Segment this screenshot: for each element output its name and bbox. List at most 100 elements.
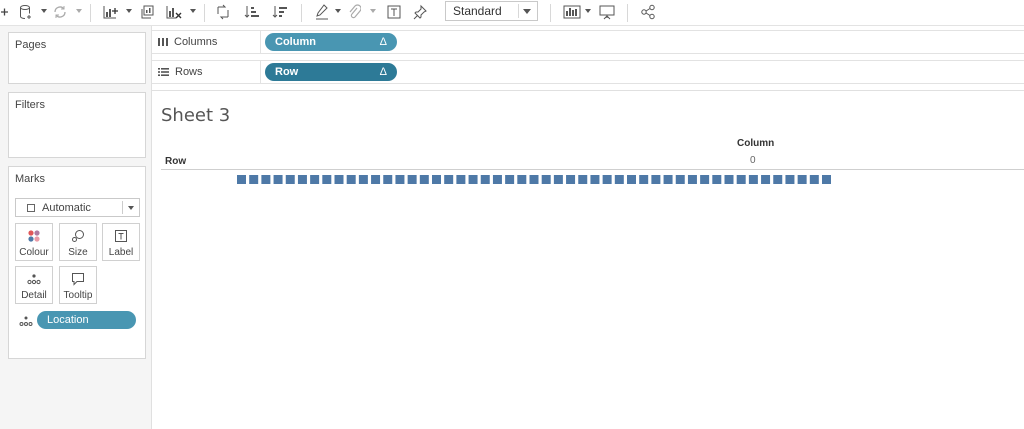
- duplicate-sheet-icon[interactable]: [138, 3, 156, 21]
- square-mark[interactable]: [297, 175, 307, 184]
- square-mark[interactable]: [700, 175, 710, 184]
- filters-shelf[interactable]: Filters: [8, 92, 146, 158]
- show-me-icon[interactable]: [562, 3, 582, 21]
- square-mark[interactable]: [822, 175, 831, 184]
- share-icon[interactable]: [639, 3, 657, 21]
- square-mark[interactable]: [456, 175, 466, 184]
- location-detail-pill[interactable]: Location: [37, 311, 136, 329]
- square-mark[interactable]: [517, 175, 527, 184]
- filters-title: Filters: [15, 99, 45, 111]
- chevron-down-icon: [128, 206, 134, 210]
- square-mark[interactable]: [541, 175, 551, 184]
- column-header[interactable]: Column: [737, 138, 774, 149]
- square-mark[interactable]: [468, 175, 478, 184]
- square-mark[interactable]: [358, 175, 368, 184]
- mark-type-dropdown[interactable]: Automatic: [15, 198, 140, 217]
- square-mark[interactable]: [419, 175, 429, 184]
- square-mark[interactable]: [492, 175, 502, 184]
- square-mark[interactable]: [566, 175, 576, 184]
- square-mark[interactable]: [724, 175, 734, 184]
- sort-descending-icon[interactable]: [271, 3, 289, 21]
- column-tick-label: 0: [750, 155, 756, 166]
- save-data-source-icon[interactable]: [18, 3, 34, 21]
- show-mark-labels-icon[interactable]: [385, 3, 403, 21]
- square-mark[interactable]: [797, 175, 807, 184]
- highlight-icon[interactable]: [314, 3, 330, 21]
- square-mark[interactable]: [639, 175, 649, 184]
- square-mark[interactable]: [712, 175, 722, 184]
- square-mark[interactable]: [407, 175, 417, 184]
- square-mark[interactable]: [651, 175, 661, 184]
- label-label: Label: [108, 247, 134, 258]
- square-mark[interactable]: [444, 175, 454, 184]
- square-mark[interactable]: [273, 175, 283, 184]
- square-mark[interactable]: [736, 175, 746, 184]
- column-pill[interactable]: Column Δ: [265, 33, 397, 51]
- rows-icon: [158, 68, 169, 76]
- clear-sheet-icon[interactable]: [164, 3, 184, 21]
- rows-shelf[interactable]: Rows Row Δ: [152, 60, 1024, 84]
- sheet-title[interactable]: Sheet 3: [161, 105, 230, 126]
- square-mark[interactable]: [773, 175, 783, 184]
- row-pill[interactable]: Row Δ: [265, 63, 397, 81]
- refresh-icon[interactable]: [51, 3, 69, 21]
- fit-select[interactable]: Standard: [445, 1, 538, 21]
- square-mark[interactable]: [529, 175, 539, 184]
- marks-plot[interactable]: [152, 171, 1024, 191]
- tooltip-button[interactable]: Tooltip: [59, 266, 97, 304]
- size-icon: [60, 229, 96, 243]
- colour-label: Colour: [19, 247, 49, 258]
- square-mark[interactable]: [553, 175, 563, 184]
- sort-ascending-icon[interactable]: [243, 3, 261, 21]
- detail-button[interactable]: Detail: [15, 266, 53, 304]
- square-mark[interactable]: [346, 175, 356, 184]
- new-worksheet-icon[interactable]: [0, 3, 10, 21]
- square-mark[interactable]: [261, 175, 271, 184]
- size-label: Size: [68, 247, 88, 258]
- swap-rows-columns-icon[interactable]: [214, 3, 232, 21]
- tooltip-icon: [60, 272, 96, 286]
- tooltip-label: Tooltip: [63, 290, 93, 301]
- colour-button[interactable]: Colour: [15, 223, 53, 261]
- square-mark[interactable]: [322, 175, 332, 184]
- square-mark[interactable]: [371, 175, 381, 184]
- square-mark[interactable]: [748, 175, 758, 184]
- square-mark[interactable]: [675, 175, 685, 184]
- square-mark[interactable]: [334, 175, 344, 184]
- group-members-icon[interactable]: [346, 3, 362, 21]
- size-button[interactable]: Size: [59, 223, 97, 261]
- square-mark[interactable]: [614, 175, 624, 184]
- square-mark[interactable]: [761, 175, 771, 184]
- row-header[interactable]: Row: [165, 156, 186, 167]
- square-mark[interactable]: [310, 175, 320, 184]
- square-mark[interactable]: [480, 175, 490, 184]
- square-mark[interactable]: [602, 175, 612, 184]
- pages-shelf[interactable]: Pages: [8, 32, 146, 84]
- square-mark[interactable]: [687, 175, 697, 184]
- square-mark[interactable]: [590, 175, 600, 184]
- square-mark[interactable]: [383, 175, 393, 184]
- square-mark[interactable]: [285, 175, 295, 184]
- new-sheet-icon[interactable]: [101, 3, 121, 21]
- columns-icon: [158, 38, 168, 46]
- square-mark[interactable]: [237, 175, 246, 184]
- pages-title: Pages: [15, 39, 47, 51]
- label-button[interactable]: Label: [102, 223, 140, 261]
- marks-card: Marks Automatic Colour Size Label Detail…: [8, 166, 146, 359]
- columns-label: Columns: [174, 36, 218, 48]
- worksheet-view[interactable]: Sheet 3 Column 0 Row: [152, 90, 1024, 429]
- square-mark[interactable]: [627, 175, 636, 184]
- square-mark[interactable]: [663, 175, 673, 184]
- fix-axes-pin-icon[interactable]: [411, 3, 429, 21]
- delta-icon: Δ: [379, 36, 387, 48]
- square-mark[interactable]: [249, 175, 259, 184]
- presentation-mode-icon[interactable]: [598, 3, 616, 21]
- square-mark[interactable]: [505, 175, 515, 184]
- square-mark[interactable]: [578, 175, 588, 184]
- square-mark[interactable]: [785, 175, 795, 184]
- square-mark[interactable]: [432, 175, 441, 184]
- square-mark[interactable]: [395, 175, 405, 184]
- columns-shelf[interactable]: Columns Column Δ: [152, 30, 1024, 54]
- square-mark[interactable]: [809, 175, 819, 184]
- toolbar: Standard: [0, 0, 1024, 26]
